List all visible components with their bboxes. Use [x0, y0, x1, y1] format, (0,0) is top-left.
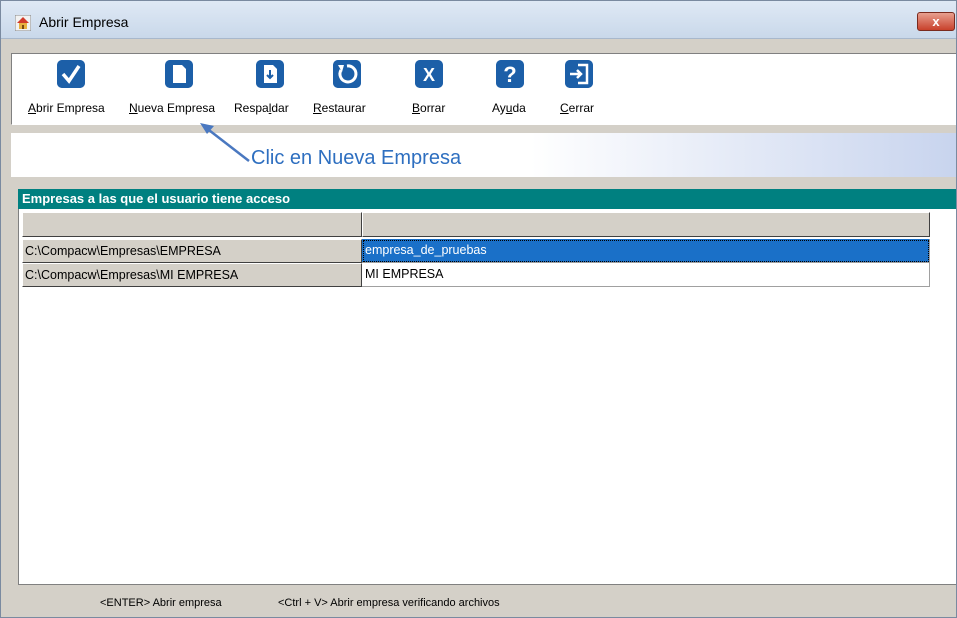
respaldar-label: Respaldar: [234, 101, 289, 115]
close-button[interactable]: x: [917, 12, 955, 31]
column-header-name[interactable]: [362, 212, 930, 237]
table-row[interactable]: C:\Compacw\Empresas\MI EMPRESA MI EMPRES…: [22, 263, 930, 287]
respaldar-button[interactable]: Respaldar: [233, 56, 313, 122]
restaurar-label: Restaurar: [313, 101, 366, 115]
svg-text:X: X: [423, 65, 435, 85]
svg-text:?: ?: [503, 62, 516, 87]
abrir-empresa-label: Abrir Empresa: [28, 101, 105, 115]
restore-icon: [333, 60, 361, 88]
borrar-label: Borrar: [412, 101, 446, 115]
help-icon: ?: [496, 60, 524, 88]
ctrl-v-hint: <Ctrl + V> Abrir empresa verificando arc…: [278, 597, 500, 609]
backup-icon: [256, 60, 284, 88]
abrir-empresa-window: Abrir Empresa x Abrir Empresa Nueva Empr…: [0, 0, 957, 618]
instruction-text: Clic en Nueva Empresa: [251, 147, 462, 169]
column-header-path[interactable]: [22, 212, 362, 237]
abrir-empresa-button[interactable]: Abrir Empresa: [17, 56, 125, 122]
cerrar-button[interactable]: Cerrar: [545, 56, 615, 122]
cerrar-label: Cerrar: [560, 101, 595, 115]
delete-icon: X: [415, 60, 443, 88]
exit-icon: [565, 60, 593, 88]
checkmark-icon: [57, 60, 85, 88]
nueva-empresa-button[interactable]: Nueva Empresa: [125, 56, 233, 122]
home-icon: [15, 15, 31, 31]
ayuda-label: Ayuda: [492, 101, 526, 115]
arrow-annotation-icon: [200, 123, 250, 162]
restaurar-button[interactable]: Restaurar: [313, 56, 389, 122]
company-path-cell[interactable]: C:\Compacw\Empresas\MI EMPRESA: [22, 263, 362, 287]
table-row[interactable]: C:\Compacw\Empresas\EMPRESA empresa_de_p…: [22, 239, 930, 263]
companies-group-header: Empresas a las que el usuario tiene acce…: [18, 189, 956, 209]
ayuda-button[interactable]: ? Ayuda: [469, 56, 545, 122]
new-document-icon: [165, 60, 193, 88]
company-path-cell[interactable]: C:\Compacw\Empresas\EMPRESA: [22, 239, 362, 263]
company-name-cell[interactable]: MI EMPRESA: [362, 263, 930, 287]
instruction-banner: Clic en Nueva Empresa: [11, 133, 956, 177]
enter-hint: <ENTER> Abrir empresa: [100, 597, 222, 609]
nueva-empresa-label: Nueva Empresa: [129, 101, 216, 115]
grid-header: [22, 212, 930, 237]
toolbar: Abrir Empresa Nueva Empresa Respaldar Re…: [11, 53, 956, 125]
window-title: Abrir Empresa: [39, 14, 129, 30]
companies-grid[interactable]: C:\Compacw\Empresas\EMPRESA empresa_de_p…: [18, 209, 956, 585]
borrar-button[interactable]: X Borrar: [389, 56, 469, 122]
title-bar[interactable]: Abrir Empresa x: [1, 1, 956, 39]
status-bar: <ENTER> Abrir empresa <Ctrl + V> Abrir e…: [18, 589, 956, 617]
company-name-cell[interactable]: empresa_de_pruebas: [362, 239, 930, 263]
